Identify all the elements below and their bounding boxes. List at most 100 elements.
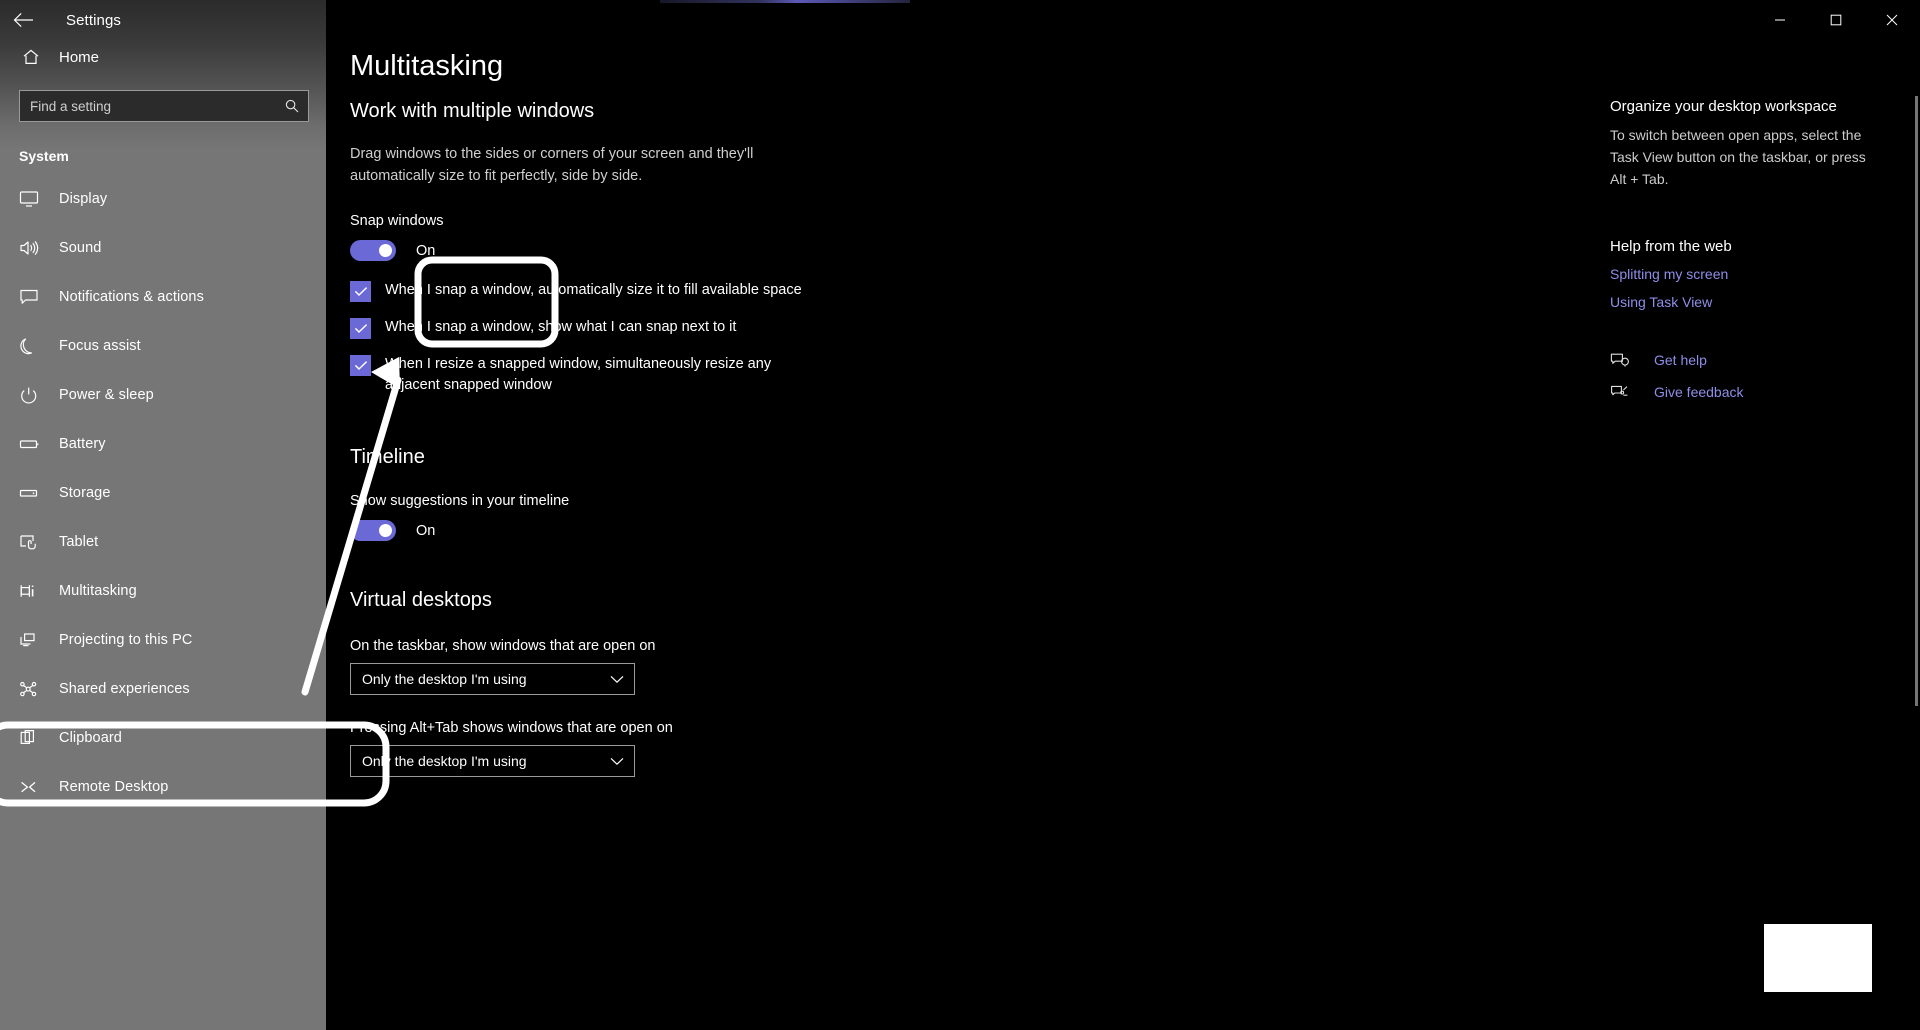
sidebar-item-label: Power & sleep: [59, 386, 154, 403]
search-icon[interactable]: [284, 98, 300, 114]
sidebar-item-battery[interactable]: Battery: [0, 419, 326, 468]
sidebar-item-label: Battery: [59, 435, 106, 452]
section-heading-timeline: Timeline: [350, 446, 425, 468]
search-box[interactable]: [19, 90, 309, 122]
sidebar-item-label: Remote Desktop: [59, 778, 169, 795]
checkbox-label: When I snap a window, show what I can sn…: [385, 319, 737, 335]
sidebar-home-label: Home: [59, 48, 100, 66]
timeline-toggle-row[interactable]: On: [350, 520, 1250, 541]
sidebar-nav-list: Display Sound Notifications & actions Fo…: [0, 174, 326, 811]
right-rail: Organize your desktop workspace To switc…: [1610, 98, 1920, 416]
settings-window: Home System: [0, 0, 1920, 1030]
rail-link-using-task-view[interactable]: Using Task View: [1610, 294, 1878, 310]
get-help-icon: [1610, 352, 1634, 368]
sidebar-item-projecting[interactable]: Projecting to this PC: [0, 615, 326, 664]
back-button[interactable]: [0, 1, 48, 39]
sidebar-item-remote-desktop[interactable]: Remote Desktop: [0, 762, 326, 811]
home-icon: [21, 47, 47, 67]
toggle-knob: [379, 244, 392, 257]
sidebar-item-notifications[interactable]: Notifications & actions: [0, 272, 326, 321]
snap-windows-toggle-state: On: [416, 242, 436, 259]
window-accent-strip: [660, 0, 910, 3]
chat-bubble-icon: [19, 286, 45, 308]
search-input[interactable]: [30, 98, 284, 114]
rail-link-splitting-my-screen[interactable]: Splitting my screen: [1610, 266, 1878, 282]
sidebar-category-title: System: [19, 148, 69, 164]
checkbox-row-resize-adjacent[interactable]: When I resize a snapped window, simultan…: [350, 354, 1250, 396]
battery-icon: [19, 433, 45, 455]
chevron-down-icon[interactable]: [610, 757, 624, 766]
sidebar-item-label: Projecting to this PC: [59, 631, 193, 648]
close-button[interactable]: [1864, 0, 1920, 40]
give-feedback-icon: [1610, 384, 1634, 400]
clipboard-icon: [19, 727, 45, 749]
taskbar-show-windows-label: On the taskbar, show windows that are op…: [350, 638, 656, 654]
sidebar-item-multitasking[interactable]: Multitasking: [0, 566, 326, 615]
monitor-icon: [19, 188, 45, 210]
section-heading-virtual-desktops: Virtual desktops: [350, 589, 492, 611]
snap-description: Drag windows to the sides or corners of …: [350, 146, 754, 184]
timeline-suggestions-label: Show suggestions in your timeline: [350, 493, 570, 509]
checkbox-resize-adjacent[interactable]: [350, 355, 371, 376]
settings-body: Work with multiple windows Drag windows …: [350, 100, 1250, 777]
checkbox-autosize[interactable]: [350, 281, 371, 302]
maximize-button[interactable]: [1808, 0, 1864, 40]
sidebar-item-home[interactable]: Home: [0, 36, 326, 78]
sidebar-item-power-sleep[interactable]: Power & sleep: [0, 370, 326, 419]
snap-windows-toggle[interactable]: [350, 240, 396, 261]
checkbox-label: When I snap a window, automatically size…: [385, 282, 802, 298]
main-content: Multitasking Work with multiple windows …: [326, 0, 1920, 1030]
toggle-knob: [379, 524, 392, 537]
sidebar-item-shared-experiences[interactable]: Shared experiences: [0, 664, 326, 713]
chevron-down-icon[interactable]: [610, 675, 624, 684]
white-overlay-box: [1764, 924, 1872, 992]
scrollbar-thumb[interactable]: [1915, 96, 1918, 706]
sidebar-item-label: Shared experiences: [59, 680, 190, 697]
snap-windows-label: Snap windows: [350, 213, 444, 229]
title-bar: Settings: [0, 0, 1920, 40]
alttab-show-windows-dropdown[interactable]: Only the desktop I'm using: [350, 745, 635, 777]
sidebar-item-storage[interactable]: Storage: [0, 468, 326, 517]
rail-help-section: Help from the web Splitting my screen Us…: [1610, 238, 1878, 310]
storage-drive-icon: [19, 482, 45, 504]
sidebar-item-label: Storage: [59, 484, 111, 501]
give-feedback-link[interactable]: Give feedback: [1654, 384, 1744, 400]
give-feedback-row[interactable]: Give feedback: [1610, 384, 1878, 400]
rail-organize-body: To switch between open apps, select the …: [1610, 127, 1866, 187]
checkbox-show-snap-next[interactable]: [350, 318, 371, 339]
sidebar-item-label: Tablet: [59, 533, 99, 550]
sidebar-item-label: Clipboard: [59, 729, 122, 746]
rail-help-heading: Help from the web: [1610, 238, 1732, 255]
window-title: Settings: [66, 11, 121, 29]
sidebar: Home System: [0, 0, 326, 1030]
minimize-button[interactable]: [1752, 0, 1808, 40]
checkbox-row-autosize[interactable]: When I snap a window, automatically size…: [350, 280, 1250, 302]
power-icon: [19, 384, 45, 406]
sidebar-item-focus-assist[interactable]: Focus assist: [0, 321, 326, 370]
page-title: Multitasking: [350, 50, 504, 82]
timeline-toggle-state: On: [416, 522, 436, 539]
sidebar-item-clipboard[interactable]: Clipboard: [0, 713, 326, 762]
rail-organize-heading: Organize your desktop workspace: [1610, 98, 1837, 115]
speaker-icon: [19, 237, 45, 259]
dropdown-value: Only the desktop I'm using: [362, 671, 527, 687]
get-help-link[interactable]: Get help: [1654, 352, 1707, 368]
sidebar-item-label: Sound: [59, 239, 102, 256]
taskbar-show-windows-dropdown[interactable]: Only the desktop I'm using: [350, 663, 635, 695]
remote-desktop-icon: [19, 776, 45, 798]
timeline-suggestions-toggle[interactable]: [350, 520, 396, 541]
checkbox-row-show-snap-next[interactable]: When I snap a window, show what I can sn…: [350, 317, 1250, 339]
window-controls: [1752, 0, 1920, 40]
sidebar-item-tablet[interactable]: Tablet: [0, 517, 326, 566]
sidebar-item-sound[interactable]: Sound: [0, 223, 326, 272]
multitasking-icon: [19, 580, 45, 602]
get-help-row[interactable]: Get help: [1610, 352, 1878, 368]
sidebar-item-label: Multitasking: [59, 582, 137, 599]
sidebar-item-display[interactable]: Display: [0, 174, 326, 223]
snap-windows-toggle-row[interactable]: On: [350, 240, 1250, 261]
alttab-show-windows-label: Pressing Alt+Tab shows windows that are …: [350, 720, 673, 736]
sidebar-item-label: Focus assist: [59, 337, 141, 354]
section-heading-snap: Work with multiple windows: [350, 100, 595, 122]
sidebar-item-label: Display: [59, 190, 108, 207]
project-screen-icon: [19, 629, 45, 651]
